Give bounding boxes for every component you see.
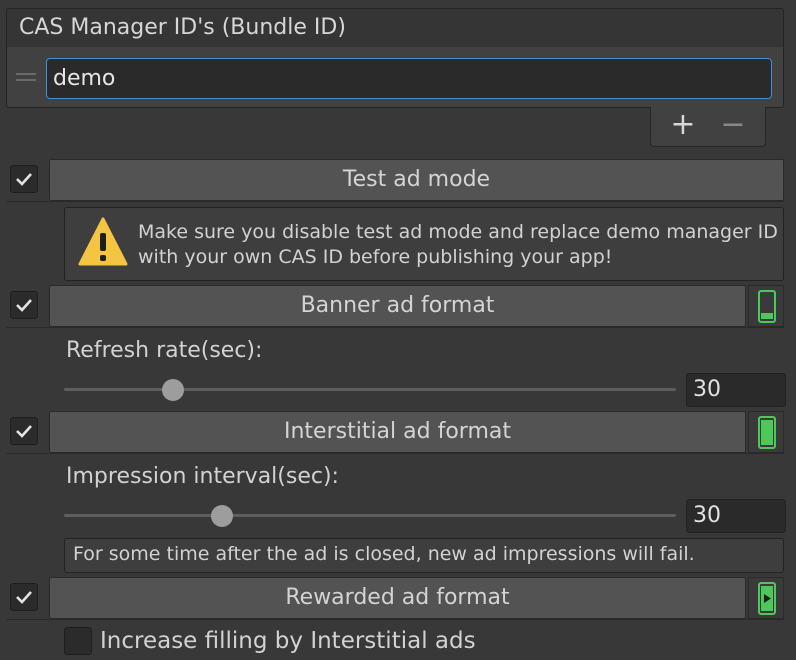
impression-interval-label: Impression interval(sec): xyxy=(66,464,339,489)
impression-interval-slider[interactable] xyxy=(64,514,676,517)
impression-interval-field[interactable]: 30 xyxy=(686,499,786,533)
increase-filling-label: Increase filling by Interstitial ads xyxy=(100,628,476,654)
check-icon xyxy=(16,425,32,438)
divider xyxy=(6,327,784,328)
add-item-button[interactable]: + xyxy=(663,110,703,142)
warning-icon xyxy=(78,217,128,266)
check-icon xyxy=(16,299,32,312)
manager-ids-title: CAS Manager ID's (Bundle ID) xyxy=(19,15,346,40)
impression-interval-slider-thumb[interactable] xyxy=(211,505,233,527)
rewarded-checkbox[interactable] xyxy=(10,583,38,611)
banner-header[interactable]: Banner ad format xyxy=(49,285,746,327)
manager-ids-header: CAS Manager ID's (Bundle ID) xyxy=(6,8,784,48)
test-mode-header[interactable]: Test ad mode xyxy=(49,159,784,201)
phone-play-icon xyxy=(758,582,776,615)
phone-banner-icon xyxy=(758,290,776,323)
check-icon xyxy=(16,173,32,186)
drag-handle-icon[interactable] xyxy=(16,73,36,83)
interstitial-checkbox[interactable] xyxy=(10,417,38,445)
interstitial-header[interactable]: Interstitial ad format xyxy=(49,411,746,453)
manager-id-input[interactable] xyxy=(46,58,772,99)
check-icon xyxy=(16,591,32,604)
refresh-rate-slider[interactable] xyxy=(64,388,676,391)
test-mode-checkbox[interactable] xyxy=(10,165,38,193)
interstitial-note-text: For some time after the ad is closed, ne… xyxy=(73,543,695,565)
banner-status xyxy=(748,285,784,327)
divider xyxy=(6,453,784,454)
rewarded-header[interactable]: Rewarded ad format xyxy=(49,577,746,619)
test-mode-warning-text: Make sure you disable test ad mode and r… xyxy=(138,221,778,268)
divider xyxy=(6,619,784,620)
increase-filling-checkbox[interactable] xyxy=(64,627,92,655)
phone-fullscreen-icon xyxy=(758,416,776,449)
refresh-rate-slider-thumb[interactable] xyxy=(162,379,184,401)
interstitial-status xyxy=(748,411,784,453)
remove-item-button[interactable]: − xyxy=(713,110,753,142)
divider xyxy=(6,201,784,202)
refresh-rate-label: Refresh rate(sec): xyxy=(66,338,263,363)
banner-checkbox[interactable] xyxy=(10,291,38,319)
rewarded-status xyxy=(748,577,784,619)
refresh-rate-field[interactable]: 30 xyxy=(686,373,786,407)
